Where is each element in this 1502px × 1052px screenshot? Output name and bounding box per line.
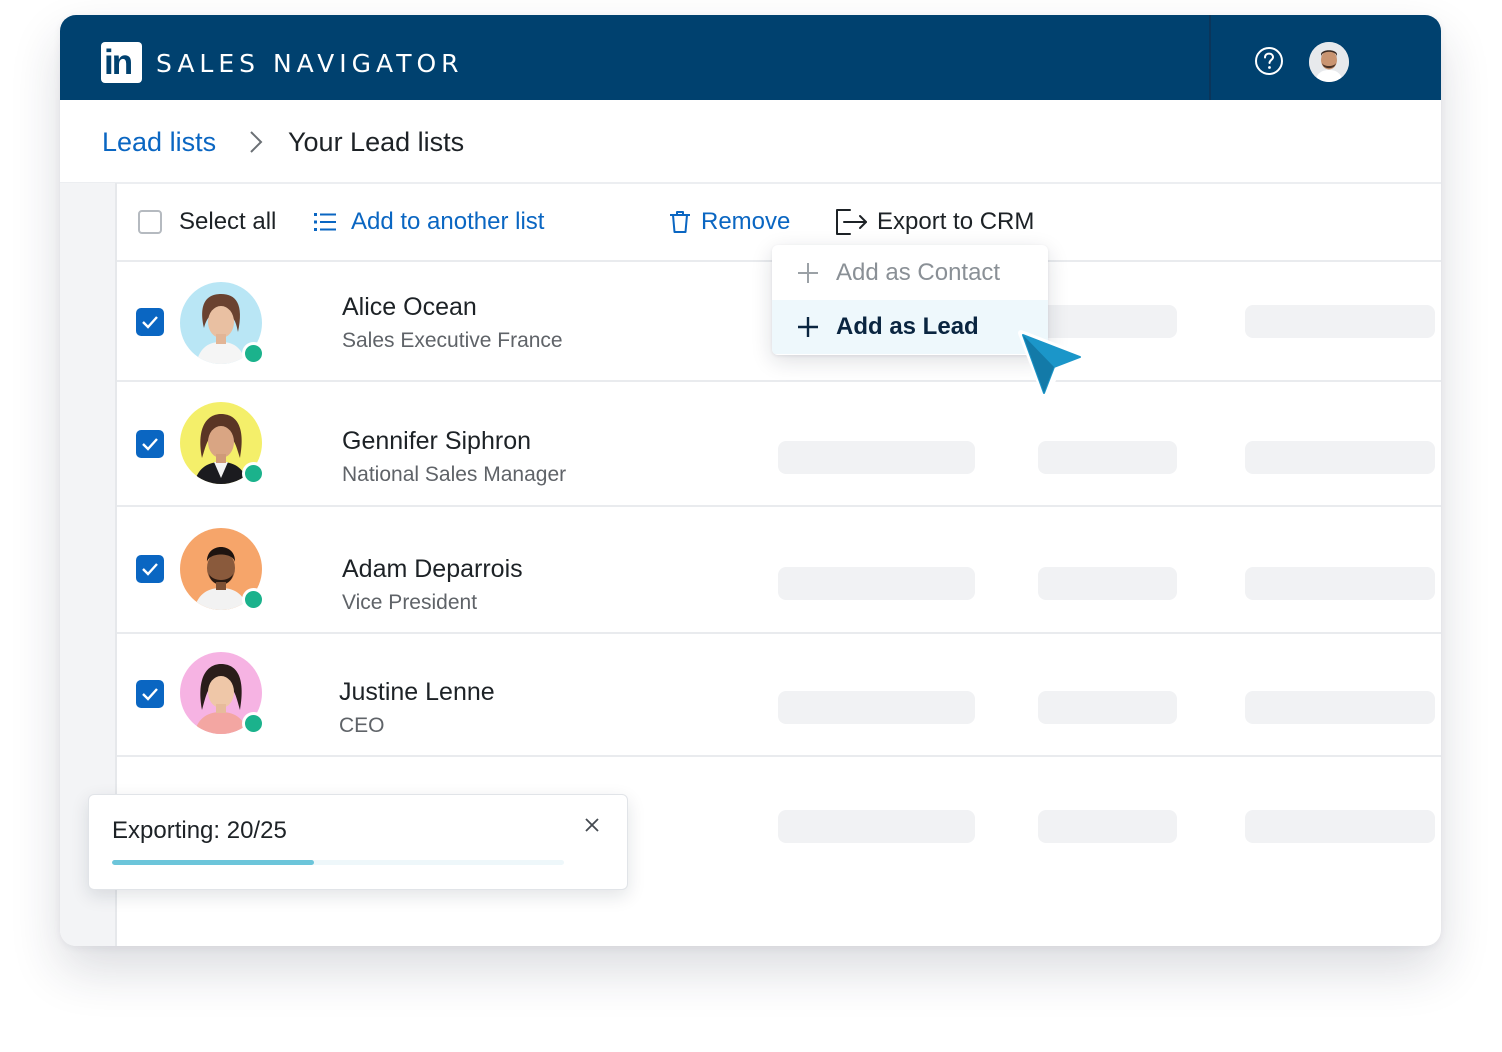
row-checkbox[interactable]	[136, 308, 164, 336]
select-all-control[interactable]: Select all	[138, 183, 276, 260]
row-checkbox[interactable]	[136, 555, 164, 583]
lead-title: Vice President	[342, 591, 478, 614]
placeholder-cell	[1038, 567, 1177, 600]
lead-name[interactable]: Justine Lenne	[339, 677, 495, 707]
lead-title: Sales Executive France	[342, 329, 563, 352]
lead-title: National Sales Manager	[342, 463, 567, 486]
plus-icon	[798, 263, 818, 283]
row-checkbox[interactable]	[136, 680, 164, 708]
app-title: SALES NAVIGATOR	[156, 49, 464, 78]
linkedin-logo-icon[interactable]: in	[101, 42, 142, 83]
table-row[interactable]: Adam Deparrois Vice President	[117, 507, 1441, 634]
placeholder-cell	[778, 567, 975, 600]
placeholder-cell	[778, 810, 975, 843]
lead-name[interactable]: Alice Ocean	[342, 292, 477, 322]
table-row[interactable]: Justine Lenne CEO	[117, 634, 1441, 757]
breadcrumb-lead-lists[interactable]: Lead lists	[102, 126, 216, 158]
placeholder-cell	[1038, 810, 1177, 843]
export-progress-bar	[112, 860, 564, 865]
menu-item-add-as-contact[interactable]: Add as Contact	[772, 246, 1048, 300]
row-checkbox[interactable]	[136, 430, 164, 458]
online-status-dot	[242, 342, 265, 365]
user-avatar[interactable]	[1309, 42, 1349, 82]
placeholder-cell	[1245, 441, 1435, 474]
placeholder-cell	[1245, 567, 1435, 600]
lead-name[interactable]: Adam Deparrois	[342, 554, 523, 584]
topbar-divider	[1209, 15, 1211, 100]
placeholder-cell	[778, 441, 975, 474]
page-title: Your Lead lists	[288, 127, 465, 157]
menu-item-add-as-lead[interactable]: Add as Lead	[772, 300, 1048, 354]
placeholder-cell	[1038, 691, 1177, 724]
export-progress-toast: Exporting: 20/25	[88, 794, 628, 890]
remove-label: Remove	[701, 207, 791, 235]
export-label: Export to CRM	[877, 207, 1035, 235]
export-icon	[836, 208, 867, 235]
placeholder-cell	[1245, 305, 1435, 338]
close-icon[interactable]	[583, 816, 601, 834]
placeholder-cell	[1038, 441, 1177, 474]
placeholder-cell	[778, 691, 975, 724]
menu-item-label: Add as Lead	[836, 313, 979, 340]
lead-title: CEO	[339, 714, 385, 737]
help-icon[interactable]	[1254, 46, 1284, 76]
select-all-label: Select all	[179, 207, 277, 235]
plus-icon	[798, 317, 818, 337]
add-to-list-button[interactable]: Add to another list	[314, 183, 544, 260]
list-icon	[314, 212, 336, 231]
mouse-pointer-icon	[1018, 330, 1089, 401]
online-status-dot	[242, 588, 265, 611]
table-row[interactable]: Gennifer Siphron National Sales Manager	[117, 382, 1441, 507]
menu-item-label: Add as Contact	[836, 259, 1001, 286]
export-menu: Add as Contact Add as Lead	[772, 245, 1048, 355]
export-status-text: Exporting: 20/25	[112, 817, 287, 844]
online-status-dot	[242, 712, 265, 735]
trash-icon	[670, 210, 690, 233]
breadcrumb: Lead lists Your Lead lists	[60, 100, 1441, 184]
top-bar: in SALES NAVIGATOR	[60, 15, 1441, 100]
chevron-right-icon	[250, 131, 263, 153]
user-avatar-image	[1309, 42, 1349, 82]
add-to-list-label: Add to another list	[351, 207, 545, 235]
placeholder-cell	[1245, 691, 1435, 724]
placeholder-cell	[1245, 810, 1435, 843]
export-progress-fill	[112, 860, 315, 865]
select-all-checkbox[interactable]	[138, 209, 162, 234]
online-status-dot	[242, 462, 265, 485]
logo-text: in	[104, 43, 133, 82]
lead-name[interactable]: Gennifer Siphron	[342, 426, 531, 456]
